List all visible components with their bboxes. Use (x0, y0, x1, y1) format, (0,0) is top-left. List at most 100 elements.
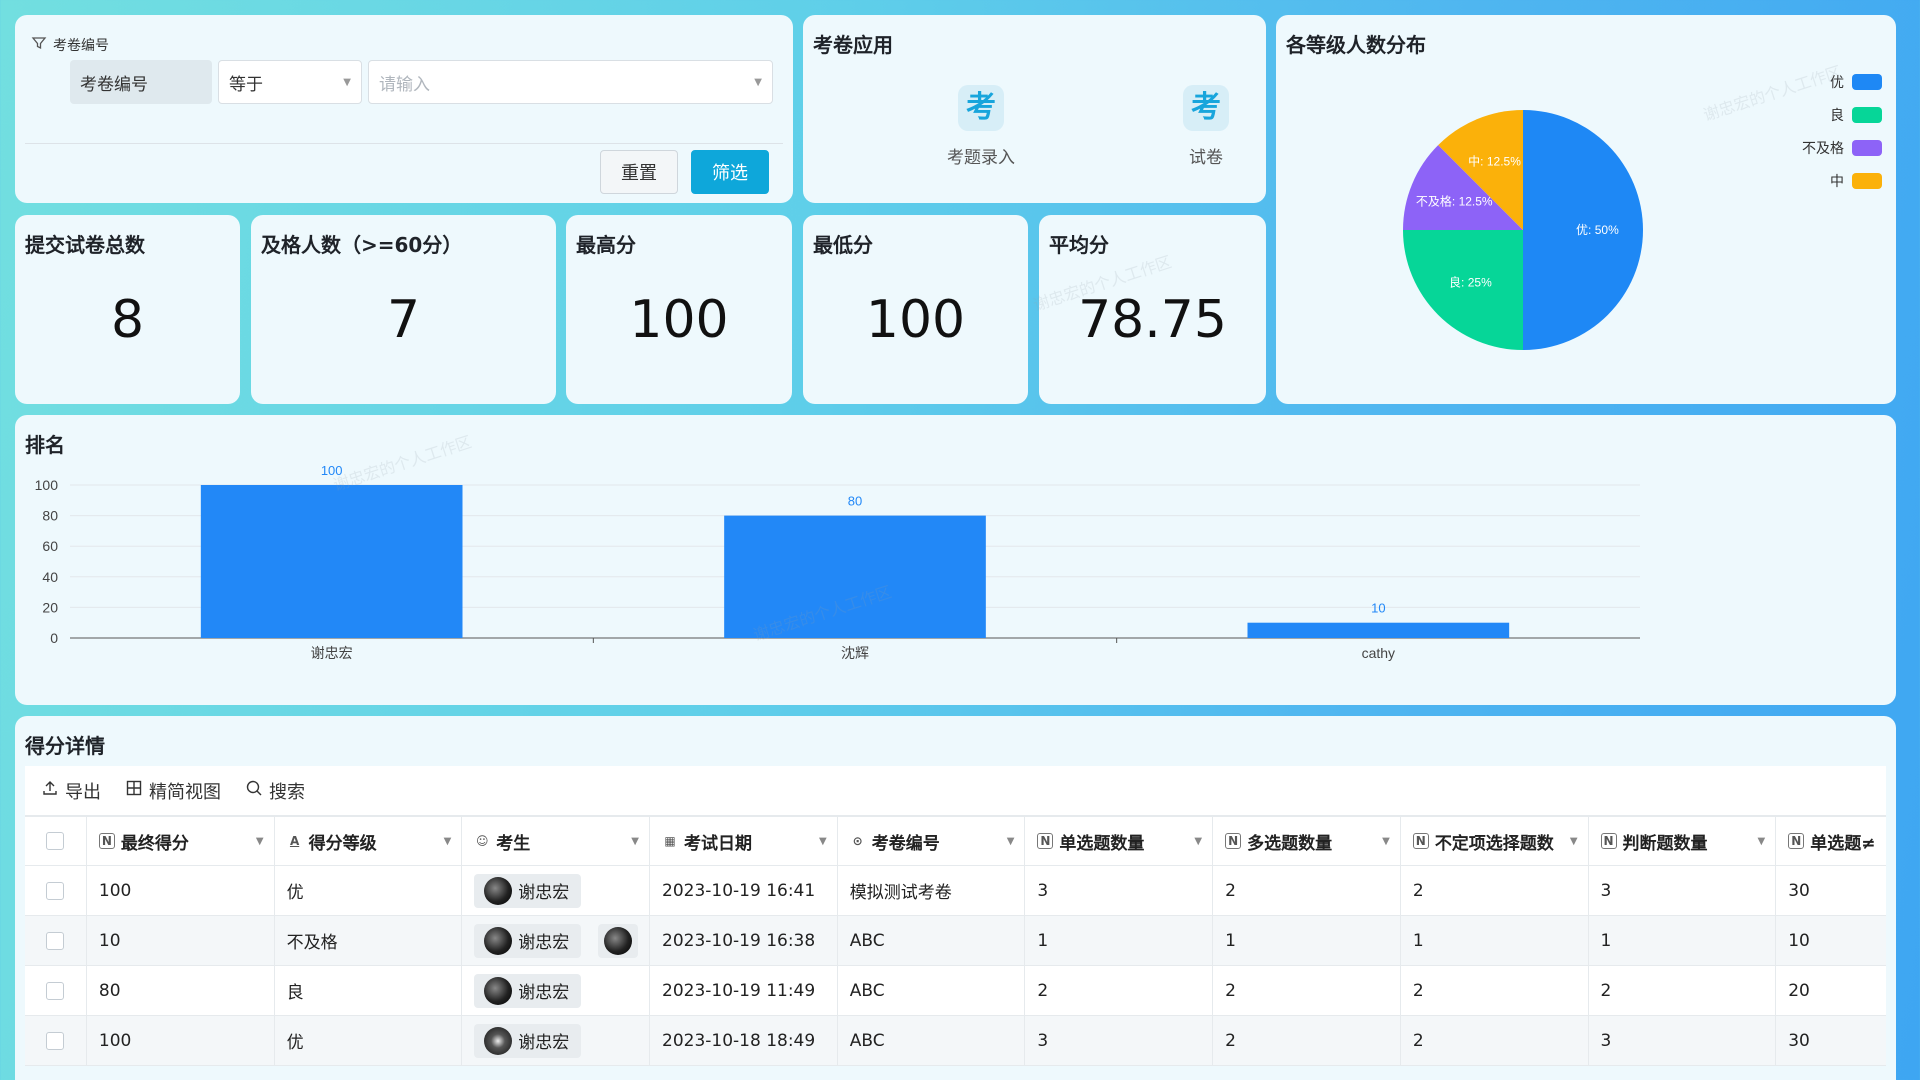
chevron-down-icon[interactable]: ▼ (1194, 836, 1202, 847)
column-header[interactable]: ▦ 考试日期 ▼ (650, 817, 838, 865)
table-cell[interactable]: 2023-10-19 11:49 (650, 966, 838, 1015)
table-cell[interactable]: 30 (1776, 866, 1886, 915)
chevron-down-icon[interactable]: ▼ (256, 836, 264, 847)
table-cell[interactable]: 模拟测试考卷 (838, 866, 1026, 915)
reset-button[interactable]: 重置 (600, 150, 678, 194)
bar[interactable] (200, 485, 463, 638)
table-cell[interactable]: 100 (87, 1016, 275, 1065)
column-header[interactable]: A 得分等级 ▼ (275, 817, 463, 865)
cell-value: 1 (1225, 930, 1236, 951)
table-row[interactable]: 80 良 谢忠宏 2023-10-19 11:49 ABC 2 2 2 2 20 (25, 966, 1886, 1016)
table-cell[interactable]: 谢忠宏 (462, 966, 650, 1015)
student-chip[interactable]: 谢忠宏 (474, 873, 582, 908)
table-cell[interactable]: 3 (1589, 1016, 1777, 1065)
table-cell[interactable]: ABC (838, 966, 1026, 1015)
column-header[interactable]: N 单选题数量 ▼ (1025, 817, 1214, 865)
select-all-checkbox[interactable] (46, 832, 65, 850)
filter-button[interactable]: 筛选 (691, 150, 769, 194)
cell-value: 10 (1788, 930, 1810, 951)
table-cell[interactable]: 优 (275, 866, 463, 915)
chevron-down-icon[interactable]: ▼ (819, 836, 827, 847)
column-header[interactable]: N 判断题数量 ▼ (1589, 817, 1777, 865)
row-checkbox[interactable] (46, 881, 65, 900)
table-row[interactable]: 100 优 谢忠宏 2023-10-18 18:49 ABC 3 2 2 3 30 (25, 1016, 1886, 1066)
y-tick-label: 40 (42, 569, 58, 585)
column-header[interactable]: ☺ 考生 ▼ (462, 817, 650, 865)
legend-item[interactable]: 良 (1802, 98, 1882, 131)
legend-swatch (1852, 139, 1882, 156)
table-cell[interactable]: 3 (1589, 866, 1777, 915)
table-cell[interactable]: 100 (87, 866, 275, 915)
table-cell[interactable]: 不及格 (275, 916, 463, 965)
compact-view-button[interactable]: 精简视图 (125, 778, 221, 804)
filter-title: 考卷编号 (53, 38, 109, 54)
table-cell[interactable]: 2 (1025, 966, 1214, 1015)
legend-item[interactable]: 不及格 (1802, 131, 1882, 164)
table-cell[interactable]: 3 (1025, 866, 1214, 915)
student-chip[interactable]: 谢忠宏 (474, 923, 582, 958)
stat-value: 7 (386, 290, 421, 350)
column-header[interactable]: N 不定项选择题数 ▼ (1401, 817, 1589, 865)
table-cell[interactable]: 2 (1589, 966, 1777, 1015)
table-cell[interactable]: ABC (838, 916, 1026, 965)
table-cell[interactable]: 1 (1213, 916, 1401, 965)
table-cell[interactable]: 2023-10-19 16:41 (650, 866, 838, 915)
export-label: 导出 (65, 781, 101, 803)
table-cell[interactable]: 谢忠宏 (462, 916, 650, 965)
table-cell[interactable]: 2 (1401, 966, 1589, 1015)
table-cell[interactable]: 谢忠宏 (462, 1016, 650, 1065)
column-header[interactable]: ⊙ 考卷编号 ▼ (838, 817, 1026, 865)
chevron-down-icon[interactable]: ▼ (1007, 836, 1015, 847)
table-cell[interactable]: 1 (1589, 916, 1777, 965)
row-checkbox[interactable] (46, 931, 65, 950)
app-question-entry[interactable]: 考 考题录入 (921, 85, 1041, 168)
column-header[interactable]: N 单选题≠ (1776, 817, 1886, 865)
legend-item[interactable]: 优 (1802, 65, 1882, 98)
table-cell[interactable]: ABC (838, 1016, 1026, 1065)
table-cell[interactable]: 2 (1213, 1016, 1401, 1065)
filter-operator-select[interactable]: 等于 ▼ (218, 60, 362, 104)
chevron-down-icon[interactable]: ▼ (1382, 836, 1390, 847)
export-button[interactable]: 导出 (41, 778, 101, 804)
table-cell[interactable]: 2 (1401, 866, 1589, 915)
table-cell[interactable]: 良 (275, 966, 463, 1015)
table-cell[interactable]: 30 (1776, 1016, 1886, 1065)
student-chip-overflow[interactable] (598, 923, 639, 958)
cell-value: 2 (1412, 1030, 1424, 1051)
bar[interactable] (724, 515, 986, 638)
column-header[interactable]: N 多选题数量 ▼ (1213, 817, 1401, 865)
app-paper[interactable]: 考 试卷 (1146, 85, 1266, 168)
chevron-down-icon[interactable]: ▼ (631, 836, 639, 847)
table-cell[interactable]: 2023-10-19 16:38 (650, 916, 838, 965)
student-chip[interactable]: 谢忠宏 (474, 973, 582, 1008)
table-cell[interactable]: 10 (87, 916, 275, 965)
cell-value: 2023-10-19 16:41 (662, 880, 816, 901)
student-chip[interactable]: 谢忠宏 (474, 1023, 582, 1058)
table-cell[interactable]: 1 (1401, 916, 1589, 965)
table-row[interactable]: 10 不及格 谢忠宏 2023-10-19 16:38 ABC 1 1 1 1 10 (25, 916, 1886, 966)
table-cell[interactable]: 80 (87, 966, 275, 1015)
column-header[interactable]: N 最终得分 ▼ (87, 817, 275, 865)
table-cell[interactable]: 优 (275, 1016, 463, 1065)
table-cell[interactable]: 1 (1025, 916, 1214, 965)
search-button[interactable]: 搜索 (245, 778, 305, 804)
table-cell[interactable]: 3 (1025, 1016, 1214, 1065)
filter-field-select[interactable]: 考卷编号 (70, 60, 212, 104)
table-row[interactable]: 100 优 谢忠宏 2023-10-19 16:41 模拟测试考卷 3 2 2 3 30 (25, 866, 1886, 916)
row-checkbox[interactable] (46, 981, 65, 1000)
legend-item[interactable]: 中 (1802, 164, 1882, 197)
chevron-down-icon[interactable]: ▼ (1758, 836, 1766, 847)
filter-value-input[interactable]: 请输入 ▼ (368, 60, 773, 104)
column-header-label: 多选题数量 (1247, 833, 1333, 854)
row-checkbox[interactable] (46, 1031, 65, 1050)
chevron-down-icon[interactable]: ▼ (1570, 836, 1578, 847)
table-cell[interactable]: 2023-10-18 18:49 (650, 1016, 838, 1065)
bar[interactable] (1247, 622, 1510, 638)
table-cell[interactable]: 2 (1213, 866, 1401, 915)
table-cell[interactable]: 20 (1776, 966, 1886, 1015)
chevron-down-icon[interactable]: ▼ (444, 836, 452, 847)
table-cell[interactable]: 谢忠宏 (462, 866, 650, 915)
table-cell[interactable]: 2 (1401, 1016, 1589, 1065)
table-cell[interactable]: 10 (1776, 916, 1886, 965)
table-cell[interactable]: 2 (1213, 966, 1401, 1015)
